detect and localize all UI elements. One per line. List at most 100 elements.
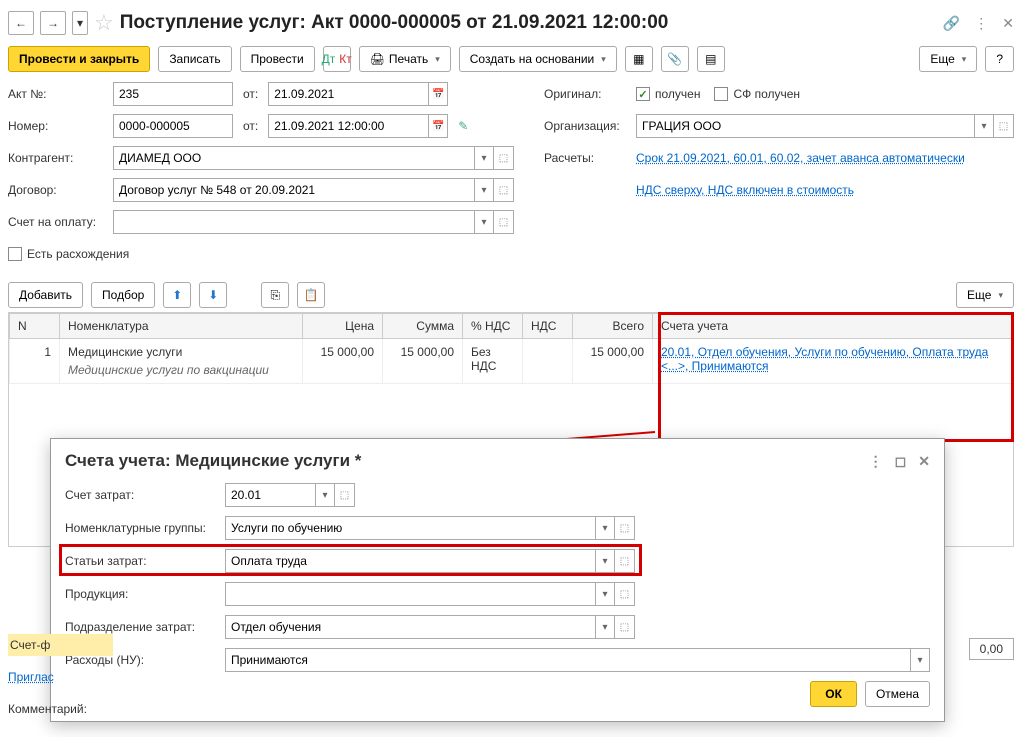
report-button[interactable]: ▤	[697, 46, 725, 72]
window-title: Поступление услуг: Акт 0000-000005 от 21…	[120, 12, 937, 34]
dropdown-icon[interactable]: ▾	[315, 483, 335, 507]
dropdown-icon[interactable]: ▾	[595, 516, 615, 540]
dropdown-icon[interactable]: ▾	[595, 582, 615, 606]
printer-icon: 🖨	[370, 52, 385, 66]
open-icon[interactable]: ⬚	[494, 146, 514, 170]
ot-label-2: от:	[243, 119, 258, 133]
contractor-label: Контрагент:	[8, 151, 113, 165]
favorite-star-icon[interactable]: ☆	[94, 10, 114, 36]
product-input[interactable]	[225, 582, 595, 606]
open-icon[interactable]: ⬚	[494, 178, 514, 202]
move-down-button[interactable]: ⬇	[199, 282, 227, 308]
open-icon[interactable]: ⬚	[615, 549, 635, 573]
contract-input[interactable]	[113, 178, 474, 202]
modal-kebab-icon[interactable]: ⋮	[869, 453, 883, 470]
related-docs-button[interactable]: ▦	[625, 46, 653, 72]
sf-received-checkbox[interactable]	[714, 87, 728, 101]
open-icon[interactable]: ⬚	[335, 483, 355, 507]
close-window-icon[interactable]: ✕	[1002, 15, 1014, 32]
raschety-link[interactable]: Срок 21.09.2021, 60.01, 60.02, зачет ава…	[636, 151, 965, 165]
save-button[interactable]: Записать	[158, 46, 231, 72]
edit-number-icon[interactable]: ✎	[458, 119, 468, 133]
open-icon[interactable]: ⬚	[615, 516, 635, 540]
nds-link[interactable]: НДС сверху, НДС включен в стоимость	[636, 183, 854, 197]
product-label: Продукция:	[65, 587, 225, 601]
table-row[interactable]: 1 Медицинские услуги Медицинские услуги …	[10, 339, 1013, 384]
th-nomenclature: Номенклатура	[60, 314, 303, 339]
sf-received-label: СФ получен	[733, 87, 800, 101]
dtkt-button[interactable]: ДтКт	[323, 46, 351, 72]
cost-account-input[interactable]	[225, 483, 315, 507]
nav-forward[interactable]: →	[40, 11, 66, 35]
received-checkbox[interactable]	[636, 87, 650, 101]
cell-nomenclature: Медицинские услуги Медицинские услуги по…	[60, 339, 303, 384]
received-label: получен	[655, 87, 700, 101]
diff-label: Есть расхождения	[27, 247, 129, 261]
calendar-icon[interactable]: 📅	[428, 82, 448, 106]
cell-n: 1	[10, 339, 60, 384]
org-input[interactable]	[636, 114, 974, 138]
nomer-label: Номер:	[8, 119, 113, 133]
table-more-button[interactable]: Еще	[956, 282, 1014, 308]
link-icon[interactable]: 🔗	[943, 15, 960, 32]
contract-label: Договор:	[8, 183, 113, 197]
cost-account-label: Счет затрат:	[65, 488, 225, 502]
select-button[interactable]: Подбор	[91, 282, 155, 308]
cell-vat	[523, 339, 573, 384]
add-row-button[interactable]: Добавить	[8, 282, 83, 308]
kebab-menu-icon[interactable]: ⋮	[974, 15, 988, 32]
move-up-button[interactable]: ⬆	[163, 282, 191, 308]
cell-accounts: 20.01, Отдел обучения, Услуги по обучени…	[653, 339, 1013, 384]
sf-label: Счет-ф	[8, 634, 113, 656]
modal-close-icon[interactable]: ✕	[918, 453, 930, 470]
post-close-button[interactable]: Провести и закрыть	[8, 46, 150, 72]
nom-group-label: Номенклатурные группы:	[65, 521, 225, 535]
dropdown-icon[interactable]: ▾	[474, 178, 494, 202]
more-button[interactable]: Еще	[919, 46, 977, 72]
services-table[interactable]: N Номенклатура Цена Сумма % НДС НДС Всег…	[9, 313, 1013, 384]
help-button[interactable]: ?	[985, 46, 1014, 72]
dropdown-icon[interactable]: ▾	[595, 549, 615, 573]
dropdown-icon[interactable]: ▾	[974, 114, 994, 138]
contractor-input[interactable]	[113, 146, 474, 170]
accounts-link[interactable]: 20.01, Отдел обучения, Услуги по обучени…	[661, 345, 988, 373]
akt-label: Акт №:	[8, 87, 113, 101]
comment-label: Комментарий:	[8, 702, 113, 716]
nav-history[interactable]: ▾	[72, 11, 88, 35]
akt-number-input[interactable]	[113, 82, 233, 106]
nom-group-input[interactable]	[225, 516, 595, 540]
modal-maximize-icon[interactable]: ◻	[895, 453, 907, 470]
invoice-input[interactable]	[113, 210, 474, 234]
akt-date-input[interactable]	[268, 82, 428, 106]
nav-back[interactable]: ←	[8, 11, 34, 35]
cell-sum: 15 000,00	[383, 339, 463, 384]
nomer-input[interactable]	[113, 114, 233, 138]
th-vat: НДС	[523, 314, 573, 339]
expense-item-input[interactable]	[225, 549, 595, 573]
th-sum: Сумма	[383, 314, 463, 339]
diff-checkbox[interactable]	[8, 247, 22, 261]
th-n: N	[10, 314, 60, 339]
post-button[interactable]: Провести	[240, 46, 315, 72]
th-accounts: Счета учета	[653, 314, 1013, 339]
raschety-label: Расчеты:	[544, 151, 636, 165]
priglas-link[interactable]: Приглас	[8, 670, 54, 684]
open-icon[interactable]: ⬚	[494, 210, 514, 234]
copy-button[interactable]: ⎘	[261, 282, 289, 308]
open-icon[interactable]: ⬚	[994, 114, 1014, 138]
dropdown-icon[interactable]: ▾	[474, 146, 494, 170]
attach-button[interactable]: 📎	[661, 46, 689, 72]
paste-button[interactable]: 📋	[297, 282, 325, 308]
th-vat-pct: % НДС	[463, 314, 523, 339]
open-icon[interactable]: ⬚	[615, 582, 635, 606]
original-label: Оригинал:	[544, 87, 636, 101]
nomer-date-input[interactable]	[268, 114, 428, 138]
create-based-button[interactable]: Создать на основании	[459, 46, 617, 72]
dept-label: Подразделение затрат:	[65, 620, 225, 634]
org-label: Организация:	[544, 119, 636, 133]
dropdown-icon[interactable]: ▾	[474, 210, 494, 234]
calendar-icon-2[interactable]: 📅	[428, 114, 448, 138]
print-button[interactable]: 🖨 Печать	[359, 46, 451, 72]
expense-item-label: Статьи затрат:	[65, 554, 225, 568]
th-total: Всего	[573, 314, 653, 339]
